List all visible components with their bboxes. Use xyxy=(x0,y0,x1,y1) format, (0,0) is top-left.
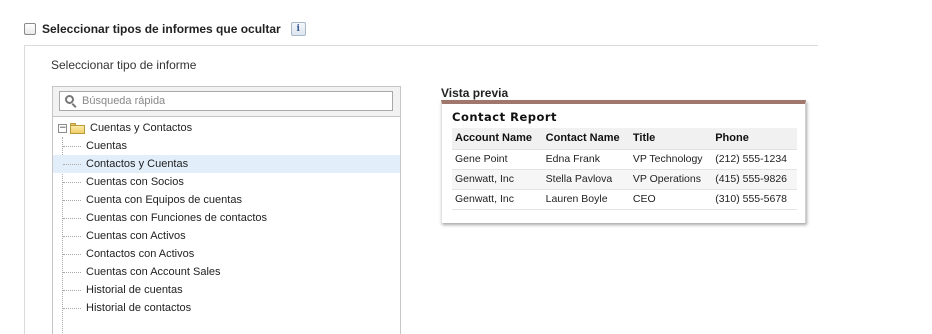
quick-search-placeholder: Búsqueda rápida xyxy=(82,95,166,107)
hide-report-types-row: Seleccionar tipos de informes que oculta… xyxy=(24,20,306,38)
panel-title: Seleccionar tipo de informe xyxy=(51,58,197,72)
report-type-panel: Seleccionar tipo de informe Búsqueda ráp… xyxy=(24,45,818,334)
report-cell: Gene Point xyxy=(452,149,543,170)
tree-item-label: Historial de contactos xyxy=(86,302,192,314)
hide-report-types-label[interactable]: Seleccionar tipos de informes que oculta… xyxy=(42,22,281,36)
report-cell: VP Operations xyxy=(629,169,713,190)
tree-item[interactable]: Cuentas con Activos xyxy=(53,227,400,245)
tree-item-label: Contactos y Cuentas xyxy=(86,158,189,170)
report-row: Gene Point Edna Frank VP Technology (212) 5… xyxy=(452,149,797,170)
tree-item-label: Contactos con Activos xyxy=(86,248,195,260)
tree-item-label: Cuentas xyxy=(86,140,127,152)
tree-connector xyxy=(63,236,81,237)
report-cell: (212) 555-1234 xyxy=(712,149,797,170)
tree-item[interactable]: Cuenta con Equipos de cuentas xyxy=(53,191,400,209)
tree-connector xyxy=(63,308,81,309)
tree-folder-cuentas-y-contactos[interactable]: − Cuentas y Contactos xyxy=(53,119,400,137)
tree-item[interactable]: Contactos con Activos xyxy=(53,245,400,263)
preview-heading: Vista previa xyxy=(441,86,509,100)
tree-connector xyxy=(63,218,81,219)
search-bar: Búsqueda rápida xyxy=(53,87,400,117)
tree-connector xyxy=(63,290,81,291)
report-column-header: Phone xyxy=(712,128,797,150)
report-cell: Genwatt, Inc xyxy=(452,189,543,210)
report-column-header: Account Name xyxy=(452,128,543,150)
tree-connector xyxy=(63,272,81,273)
report-table: Account Name Contact Name Title Phone Gene … xyxy=(452,128,797,210)
report-cell: Stella Pavlova xyxy=(542,169,630,190)
tree-item-label: Cuentas con Socios xyxy=(86,176,184,188)
report-body: Gene Point Edna Frank VP Technology (212) 5… xyxy=(452,149,797,210)
report-cell: Edna Frank xyxy=(542,149,630,170)
report-row: Genwatt, Inc Lauren Boyle CEO (310) 555-567… xyxy=(452,189,797,210)
tree-connector xyxy=(63,254,81,255)
report-title: Contact Report xyxy=(452,110,558,124)
report-cell: (310) 555-5678 xyxy=(712,189,797,210)
quick-search-input[interactable]: Búsqueda rápida xyxy=(59,91,393,111)
tree-item[interactable]: Cuentas con Funciones de contactos xyxy=(53,209,400,227)
report-header-row: Account Name Contact Name Title Phone xyxy=(452,128,797,150)
report-cell: Lauren Boyle xyxy=(542,189,630,210)
report-cell: VP Technology xyxy=(629,149,713,170)
search-icon xyxy=(65,95,77,108)
collapse-icon[interactable]: − xyxy=(58,123,67,133)
report-type-picker: Búsqueda rápida − Cuentas y Contactos Cu… xyxy=(52,86,401,334)
tree-children: Cuentas Contactos y Cuentas Cuentas con So… xyxy=(53,137,400,334)
report-cell: CEO xyxy=(629,189,713,210)
report-column-header: Contact Name xyxy=(542,128,630,150)
tree-item[interactable]: Cuentas xyxy=(53,137,400,155)
report-cell: Genwatt, Inc xyxy=(452,169,543,190)
info-icon[interactable]: i xyxy=(290,22,306,36)
tree-item[interactable]: Contactos y Cuentas xyxy=(53,155,400,173)
tree-folder-label: Cuentas y Contactos xyxy=(90,122,193,134)
tree-connector xyxy=(63,164,81,165)
tree-connector xyxy=(63,182,81,183)
tree-item[interactable]: Cuentas con Socios xyxy=(53,173,400,191)
hide-report-types-checkbox[interactable] xyxy=(24,23,36,35)
tree-item-label: Historial de cuentas xyxy=(86,284,183,296)
tree-item[interactable]: Historial de contactos xyxy=(53,299,400,317)
report-column-header: Title xyxy=(629,128,713,150)
preview-card: Contact Report Account Name Contact Name T… xyxy=(441,100,806,223)
tree-item-label: Cuentas con Activos xyxy=(86,230,186,242)
report-cell: (415) 555-9826 xyxy=(712,169,797,190)
report-type-tree: − Cuentas y Contactos Cuentas Contactos y… xyxy=(53,117,400,334)
folder-icon xyxy=(70,122,85,134)
tree-item-label: Cuentas con Account Sales xyxy=(86,266,221,278)
tree-connector xyxy=(63,200,81,201)
tree-item-label: Cuenta con Equipos de cuentas xyxy=(86,194,242,206)
tree-item-label: Cuentas con Funciones de contactos xyxy=(86,212,268,224)
tree-item[interactable]: Cuentas con Account Sales xyxy=(53,263,400,281)
tree-connector xyxy=(63,146,81,147)
tree-item[interactable]: Historial de cuentas xyxy=(53,281,400,299)
report-row: Genwatt, Inc Stella Pavlova VP Operations(… xyxy=(452,169,797,190)
